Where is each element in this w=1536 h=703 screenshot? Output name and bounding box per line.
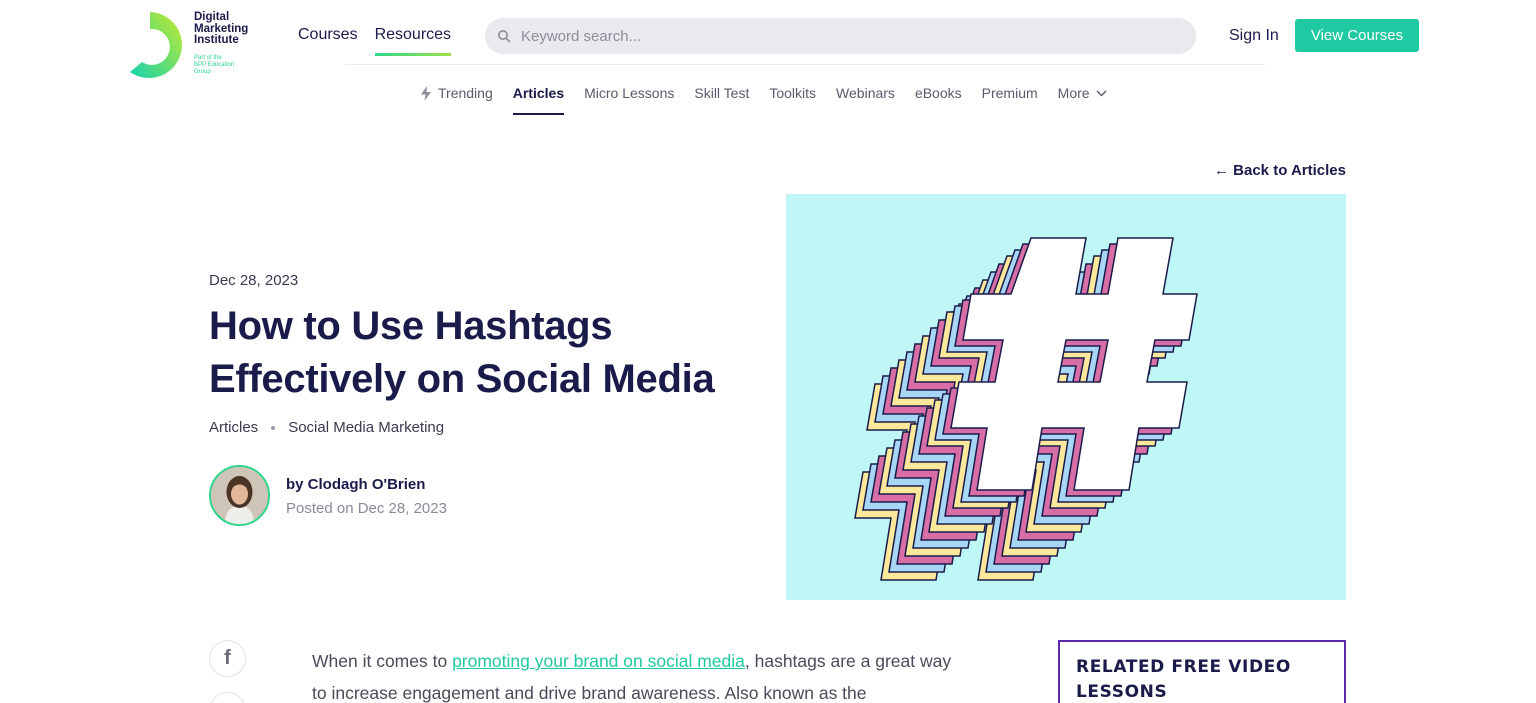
nav-resources[interactable]: Resources	[374, 26, 452, 56]
chevron-down-icon	[1096, 90, 1107, 96]
logo-mark-icon	[130, 12, 182, 78]
brand-logo[interactable]: Digital Marketing Institute Part of the …	[128, 10, 268, 80]
search-icon	[498, 30, 511, 43]
search-bar	[485, 18, 1196, 54]
back-to-articles-link[interactable]: ← Back to Articles	[1214, 162, 1346, 179]
author-avatar[interactable]	[209, 465, 270, 526]
brand-name: Digital Marketing Institute	[194, 11, 249, 46]
category-social-media-marketing[interactable]: Social Media Marketing	[288, 419, 444, 436]
article-date: Dec 28, 2023	[209, 272, 299, 289]
header-divider	[345, 64, 1265, 65]
subnav-trending[interactable]: Trending	[420, 85, 493, 115]
category-articles[interactable]: Articles	[209, 419, 258, 436]
subnav-ebooks[interactable]: eBooks	[915, 85, 962, 115]
author-photo-icon	[211, 467, 268, 524]
view-courses-button[interactable]: View Courses	[1295, 19, 1419, 52]
facebook-share-button[interactable]: f	[209, 640, 246, 677]
subnav-skill-test[interactable]: Skill Test	[694, 85, 749, 115]
subnav-premium[interactable]: Premium	[982, 85, 1038, 115]
subnav-articles[interactable]: Articles	[512, 85, 565, 115]
brand-subtitle: Part of the BPP Education Group	[194, 55, 235, 75]
author-name[interactable]: by Clodagh O'Brien	[286, 476, 425, 493]
top-nav: Courses Resources	[298, 26, 452, 56]
nav-courses[interactable]: Courses	[298, 26, 358, 56]
page-title: How to Use Hashtags Effectively on Socia…	[209, 304, 715, 401]
posted-date: Posted on Dec 28, 2023	[286, 500, 447, 517]
hero-image	[786, 194, 1346, 600]
share-button[interactable]	[209, 692, 246, 703]
facebook-icon: f	[224, 647, 231, 669]
article-intro: When it comes to promoting your brand on…	[312, 645, 962, 703]
lightning-icon	[421, 85, 431, 101]
subnav-trending-label: Trending	[438, 85, 493, 101]
subnav-more[interactable]: More	[1058, 85, 1107, 115]
subnav-webinars[interactable]: Webinars	[836, 85, 895, 115]
subnav-more-label: More	[1057, 85, 1090, 101]
subnav-micro-lessons[interactable]: Micro Lessons	[584, 85, 674, 115]
related-video-lessons: RELATED FREE VIDEO LESSONS	[1058, 640, 1346, 703]
search-input[interactable]	[521, 27, 1161, 45]
category-separator	[271, 425, 276, 430]
related-title: RELATED FREE VIDEO LESSONS	[1076, 657, 1291, 702]
sign-in-link[interactable]: Sign In	[1229, 27, 1279, 45]
resources-subnav: Trending Articles Micro Lessons Skill Te…	[420, 85, 1107, 115]
intro-text-start: When it comes to	[312, 651, 453, 671]
hashtag-illustration-icon	[854, 237, 1198, 581]
promoting-brand-link[interactable]: promoting your brand on social media	[452, 651, 745, 671]
article-categories: Articles Social Media Marketing	[209, 419, 444, 436]
subnav-toolkits[interactable]: Toolkits	[769, 85, 816, 115]
